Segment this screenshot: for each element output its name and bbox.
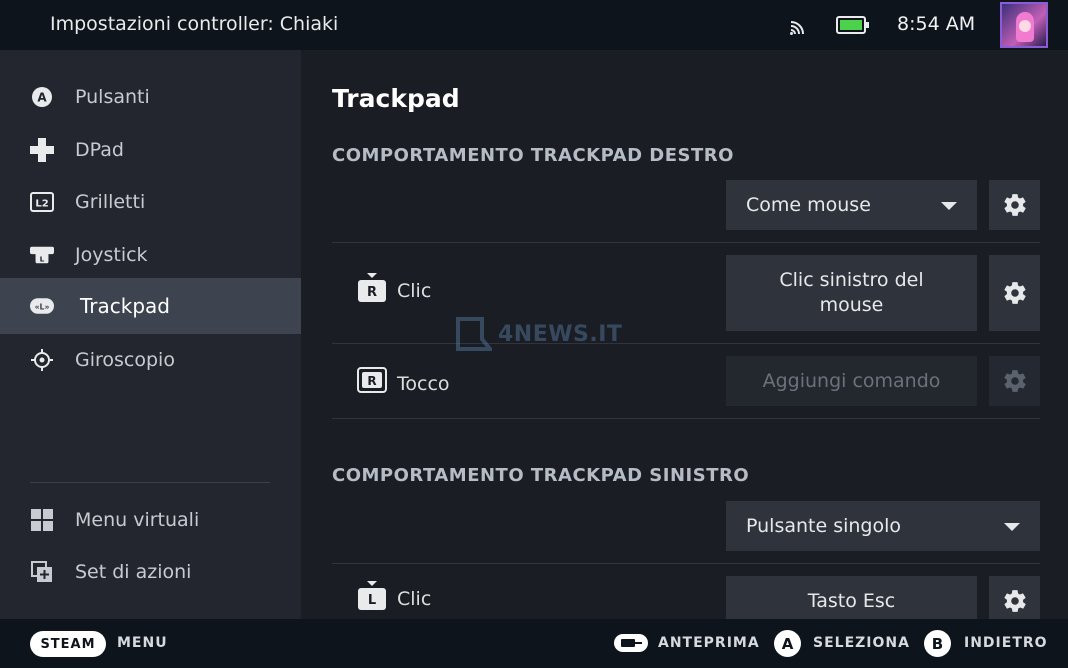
menu-hint: MENU bbox=[117, 635, 168, 651]
window-title: Impostazioni controller: Chiaki bbox=[50, 13, 339, 35]
a-button-icon: A bbox=[774, 630, 801, 657]
main-panel: Trackpad COMPORTAMENTO TRACKPAD DESTRO C… bbox=[301, 50, 1068, 619]
battery-icon bbox=[836, 16, 869, 34]
gear-icon bbox=[1003, 282, 1026, 304]
r-trackpad-touch-icon: R bbox=[357, 367, 387, 393]
sidebar-item-label: DPad bbox=[75, 139, 124, 161]
right-click-command-button[interactable]: Clic sinistro del mouse bbox=[726, 255, 977, 331]
preview-button-icon bbox=[614, 634, 648, 652]
right-trackpad-settings-button[interactable] bbox=[989, 180, 1040, 230]
action-set-icon bbox=[30, 560, 54, 584]
right-touch-label: R Tocco bbox=[357, 365, 450, 395]
steam-label: STEAM bbox=[40, 636, 96, 652]
add-command-button[interactable]: Aggiungi comando bbox=[726, 356, 977, 406]
left-click-command-button[interactable]: Tasto Esc bbox=[726, 576, 977, 619]
left-trackpad-mode-dropdown[interactable]: Pulsante singolo bbox=[726, 501, 1040, 551]
b-button-icon: B bbox=[924, 630, 951, 657]
cast-icon bbox=[790, 21, 804, 35]
right-click-settings-button[interactable] bbox=[989, 255, 1040, 331]
dropdown-value: Pulsante singolo bbox=[746, 515, 902, 537]
sidebar: A Pulsanti DPad L2 Grilletti L Joystick … bbox=[0, 50, 301, 619]
dpad-icon bbox=[30, 138, 54, 162]
row-divider bbox=[332, 418, 1040, 419]
sidebar-item-menu-virtuali[interactable]: Menu virtuali bbox=[0, 492, 301, 548]
svg-text:R: R bbox=[367, 374, 376, 388]
page-title: Trackpad bbox=[332, 84, 460, 113]
left-click-settings-button[interactable] bbox=[989, 576, 1040, 619]
row-label-text: Tocco bbox=[397, 373, 450, 395]
right-trackpad-mode-dropdown[interactable]: Come mouse bbox=[726, 180, 977, 230]
command-label: Clic sinistro del mouse bbox=[779, 269, 924, 316]
left-click-label: L Clic bbox=[357, 580, 431, 610]
top-bar: Impostazioni controller: Chiaki 8:54 AM bbox=[0, 0, 1068, 50]
command-label: Aggiungi comando bbox=[762, 369, 941, 392]
command-label: Tasto Esc bbox=[807, 589, 896, 612]
sidebar-item-dpad[interactable]: DPad bbox=[0, 122, 301, 178]
sidebar-item-label: Trackpad bbox=[80, 294, 170, 318]
clock: 8:54 AM bbox=[897, 13, 976, 35]
svg-text:«L»: «L» bbox=[35, 302, 50, 311]
sidebar-item-trackpad[interactable]: «L» Trackpad bbox=[0, 278, 301, 334]
sidebar-item-label: Giroscopio bbox=[75, 349, 175, 371]
l2-trigger-icon: L2 bbox=[30, 190, 54, 214]
svg-text:A: A bbox=[37, 91, 47, 105]
gear-icon bbox=[1003, 194, 1026, 216]
chevron-down-icon bbox=[1004, 523, 1020, 531]
sidebar-divider bbox=[30, 482, 270, 483]
svg-text:L: L bbox=[368, 593, 376, 608]
avatar[interactable] bbox=[1000, 2, 1048, 48]
sidebar-item-label: Set di azioni bbox=[75, 561, 192, 583]
row-divider bbox=[332, 563, 1040, 564]
sidebar-item-label: Grilletti bbox=[75, 191, 146, 213]
a-button-icon: A bbox=[30, 85, 54, 109]
svg-text:L: L bbox=[40, 254, 45, 263]
joystick-icon: L bbox=[30, 243, 54, 267]
watermark: 4NEWS.IT bbox=[456, 317, 622, 351]
bottom-bar: STEAM MENU ANTEPRIMA A SELEZIONA B INDIE… bbox=[0, 619, 1068, 668]
gear-icon bbox=[1003, 590, 1026, 612]
gear-icon bbox=[1003, 370, 1026, 392]
sidebar-item-joystick[interactable]: L Joystick bbox=[0, 227, 301, 283]
chevron-down-icon bbox=[941, 202, 957, 210]
svg-text:L2: L2 bbox=[35, 199, 48, 210]
row-label-text: Clic bbox=[397, 280, 432, 302]
row-divider bbox=[332, 343, 1040, 344]
a-key-label: A bbox=[781, 634, 794, 653]
right-click-label: R Clic bbox=[357, 272, 431, 302]
sidebar-item-pulsanti[interactable]: A Pulsanti bbox=[0, 69, 301, 125]
row-divider bbox=[332, 242, 1040, 243]
section-title-left: COMPORTAMENTO TRACKPAD SINISTRO bbox=[332, 465, 750, 486]
sidebar-item-set-di-azioni[interactable]: Set di azioni bbox=[0, 544, 301, 600]
watermark-logo-icon bbox=[456, 317, 492, 351]
trackpad-icon: «L» bbox=[30, 294, 54, 318]
grid-icon bbox=[30, 508, 54, 532]
section-title-right: COMPORTAMENTO TRACKPAD DESTRO bbox=[332, 145, 734, 166]
sidebar-item-label: Pulsanti bbox=[75, 86, 150, 108]
back-hint[interactable]: INDIETRO bbox=[964, 635, 1048, 651]
sidebar-item-label: Menu virtuali bbox=[75, 509, 200, 531]
row-label-text: Clic bbox=[397, 588, 432, 610]
l-trackpad-click-icon: L bbox=[358, 581, 386, 610]
right-touch-settings-button[interactable] bbox=[989, 356, 1040, 406]
watermark-text: 4NEWS.IT bbox=[498, 321, 623, 347]
r-trackpad-click-icon: R bbox=[358, 273, 386, 302]
b-key-label: B bbox=[931, 634, 944, 653]
preview-hint[interactable]: ANTEPRIMA bbox=[658, 635, 760, 651]
steam-button[interactable]: STEAM bbox=[30, 631, 106, 657]
svg-text:R: R bbox=[367, 285, 377, 300]
sidebar-item-label: Joystick bbox=[75, 244, 148, 266]
sidebar-item-grilletti[interactable]: L2 Grilletti bbox=[0, 174, 301, 230]
gyro-icon bbox=[30, 348, 54, 372]
sidebar-item-giroscopio[interactable]: Giroscopio bbox=[0, 332, 301, 388]
select-hint[interactable]: SELEZIONA bbox=[813, 635, 910, 651]
dropdown-value: Come mouse bbox=[746, 194, 871, 216]
